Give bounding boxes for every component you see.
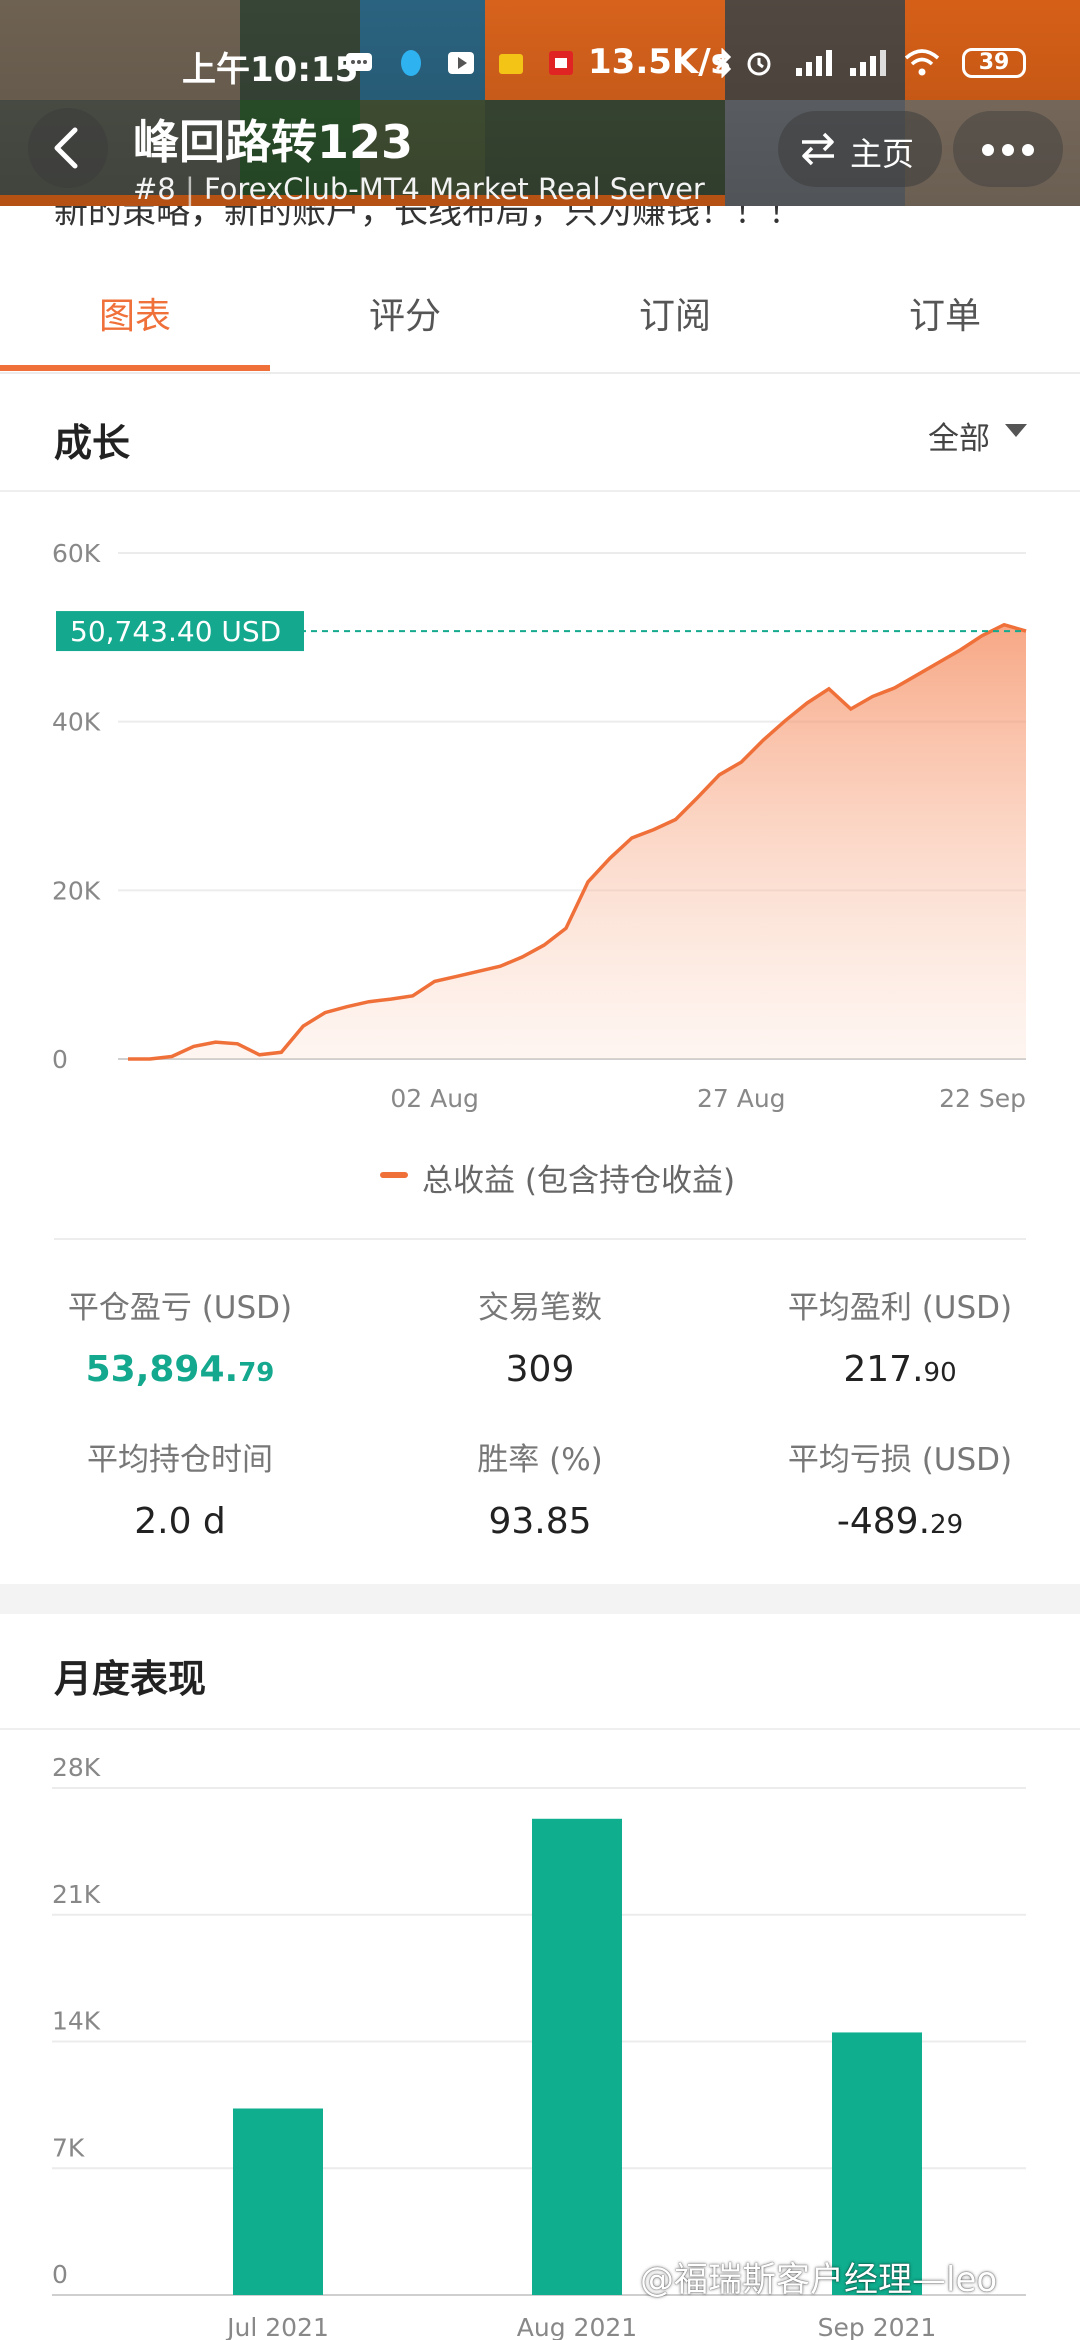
stat-label: 胜率 (%) [477,1442,603,1478]
monthly-y-tick-label: 7K [52,2133,85,2162]
wifi-icon [904,49,940,76]
legend-line-icon [380,1172,408,1178]
monthly-x-tick-label: Aug 2021 [517,2313,637,2340]
stat-label: 平仓盈亏 (USD) [67,1290,293,1326]
swap-icon [802,132,834,166]
growth-y-tick-label: 0 [52,1045,68,1074]
news-app-icon [549,51,573,75]
stat-value: 2.0 d [134,1501,226,1542]
battery-indicator: 39 [962,48,1026,78]
monthly-y-tick-label: 14K [52,2007,101,2036]
growth-x-tick-label: 27 Aug [697,1084,786,1113]
trader-server-line: #8 | ForexClub-MT4 Market Real Server [133,172,705,206]
back-button[interactable] [28,108,108,188]
bluetooth-icon [715,48,732,78]
stat-value: 53,894.79 [85,1349,275,1390]
growth-x-tick-label: 02 Aug [390,1084,479,1113]
monthly-x-tick-label: Sep 2021 [818,2313,937,2340]
growth-header: 成长 [0,374,1080,492]
home-button[interactable]: 主页 [778,111,942,187]
range-selector[interactable]: 全部 [928,413,990,458]
stat-average-profit: 平均盈利 (USD) 217.90 [720,1282,1080,1390]
monthly-y-tick-label: 0 [52,2260,68,2289]
stat-closed-pnl: 平仓盈亏 (USD) 53,894.79 [0,1282,360,1390]
stat-average-hold-time: 平均持仓时间 2.0 d [0,1434,360,1542]
status-time: 上午10:15 [182,50,359,90]
tab-chart[interactable]: 图表 [0,232,270,374]
current-value-label: 50,743.40 USD [70,615,281,648]
tab-rating[interactable]: 评分 [270,232,540,374]
monthly-y-tick-label: 28K [52,1753,101,1782]
message-icon [346,53,372,71]
qq-icon [401,50,421,76]
growth-chart: 50,743.40 USD 0 20K 40K 60K 02 Aug 27 Aug 22 S… [52,539,1027,1113]
more-options-button[interactable] [953,111,1063,187]
scrolled-description: 新的策略，新的账户，长线布局，只为赚钱！！！ [0,206,1080,232]
signal-hd-icon [796,50,832,76]
more-dot-icon [1022,144,1034,156]
video-app-icon [448,52,474,74]
stat-win-rate: 胜率 (%) 93.85 [360,1434,720,1542]
growth-legend: 总收益 (包含持仓收益) [422,1163,736,1199]
app-notification-icon [499,54,523,74]
stat-label: 平均盈利 (USD) [787,1290,1013,1326]
growth-title: 成长 [54,421,131,465]
stat-label: 交易笔数 [478,1290,602,1326]
stat-value: -489.29 [836,1501,964,1542]
section-gap [0,1584,1080,1614]
watermark: @福瑞斯客户经理—leo [640,2260,998,2300]
stat-label: 平均持仓时间 [87,1442,273,1478]
trader-rank: #8 [133,172,176,206]
stat-value: 217.90 [843,1349,957,1390]
more-dot-icon [1002,144,1014,156]
monthly-header: 月度表现 [0,1614,1080,1730]
chevron-left-icon [54,127,78,169]
growth-y-tick-label: 20K [52,876,101,905]
stat-value: 309 [505,1349,575,1390]
monthly-x-tick-label: Jul 2021 [225,2313,329,2340]
tab-subscribe[interactable]: 订阅 [540,232,810,374]
stat-value: 93.85 [488,1501,592,1542]
more-dot-icon [982,144,994,156]
growth-y-tick-label: 40K [52,708,101,737]
signal-hd-icon [850,50,886,76]
divider [54,1238,1026,1240]
alarm-icon [747,52,771,76]
growth-x-tick-label: 22 Sep [939,1084,1026,1113]
monthly-title: 月度表现 [54,1657,207,1701]
stat-trade-count: 交易笔数 309 [360,1282,720,1390]
status-bar: 上午10:15 13.5K/s 39 [0,30,1080,94]
trader-header: 上午10:15 13.5K/s 39 峰回路转123 #8 | ForexClu… [0,0,1080,222]
monthly-y-tick-label: 21K [52,1880,101,1909]
monthly-chart: 0 7K 14K 21K 28K Jul 2021 Aug 2021 Sep 2021 [52,1753,1026,2340]
active-tab-indicator [0,365,270,371]
growth-y-tick-label: 60K [52,539,101,568]
stat-average-loss: 平均亏损 (USD) -489.29 [720,1434,1080,1542]
home-button-label: 主页 [850,135,915,173]
trader-server: ForexClub-MT4 Market Real Server [203,172,705,206]
stat-label: 平均亏损 (USD) [787,1442,1013,1478]
description-text: 新的策略，新的账户，长线布局，只为赚钱！！！ [54,206,802,232]
tab-bar: 图表 评分 订阅 订单 [0,232,1080,374]
trader-name: 峰回路转123 [133,115,414,169]
monthly-bar[interactable] [233,2108,323,2295]
monthly-bar[interactable] [532,1818,622,2295]
dropdown-caret-icon [1005,424,1027,437]
tab-orders[interactable]: 订单 [810,232,1080,374]
